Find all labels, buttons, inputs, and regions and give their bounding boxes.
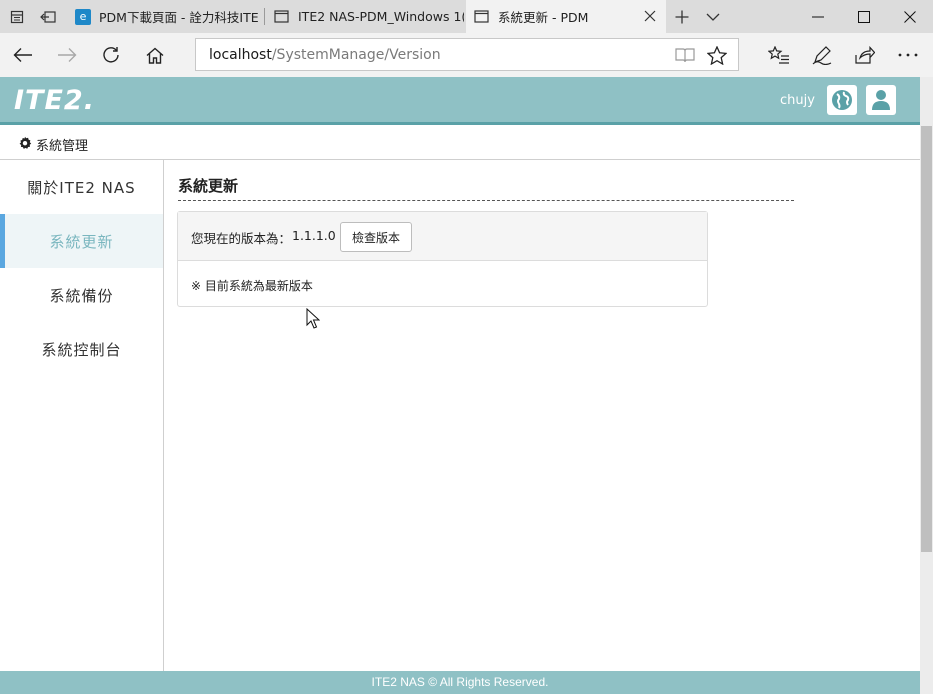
sidebar-item-label: 關於ITE2 NAS xyxy=(27,178,136,197)
maximize-icon[interactable] xyxy=(841,0,887,33)
back-arrow-icon[interactable] xyxy=(6,38,40,72)
sidebar-item-label: 系統備份 xyxy=(49,286,114,305)
update-status-message: ※ 目前系統為最新版本 xyxy=(191,279,313,293)
refresh-icon[interactable] xyxy=(94,38,128,72)
minimize-icon[interactable] xyxy=(795,0,841,33)
sidebar: 關於ITE2 NAS 系統更新 系統備份 系統控制台 xyxy=(0,160,164,671)
version-panel-header: 您現在的版本為： 1.1.1.0 檢查版本 xyxy=(178,212,707,261)
tab-manager-icon[interactable] xyxy=(2,0,32,33)
tab-pdm-download[interactable]: e PDM下載頁面 - 詮力科技ITE xyxy=(66,0,263,33)
sidebar-item-system-console[interactable]: 系統控制台 xyxy=(0,322,163,376)
favorites-list-icon[interactable] xyxy=(762,38,796,72)
version-panel: 您現在的版本為： 1.1.1.0 檢查版本 ※ 目前系統為最新版本 xyxy=(177,211,708,307)
browser-toolbar: localhost/SystemManage/Version xyxy=(0,33,933,77)
browser-tab-strip: e PDM下載頁面 - 詮力科技ITE ITE2 NAS-PDM_Windows… xyxy=(0,0,933,33)
page-footer: ITE2 NAS © All Rights Reserved. xyxy=(0,671,920,694)
more-options-icon[interactable] xyxy=(891,38,925,72)
mouse-cursor-icon xyxy=(306,308,320,329)
sidebar-item-about[interactable]: 關於ITE2 NAS xyxy=(0,160,163,214)
tab-label: ITE2 NAS-PDM_Windows 1( xyxy=(298,9,464,24)
gear-icon xyxy=(19,136,32,149)
footer-copyright: ITE2 NAS © All Rights Reserved. xyxy=(371,675,549,689)
tab-system-update[interactable]: 系統更新 - PDM xyxy=(466,0,666,33)
edge-page-icon: e xyxy=(75,8,91,25)
user-icon xyxy=(872,90,890,110)
close-tab-icon[interactable] xyxy=(644,10,656,22)
tab-separator xyxy=(264,8,265,25)
address-bar[interactable]: localhost/SystemManage/Version xyxy=(195,38,739,71)
reading-view-icon[interactable] xyxy=(675,45,695,65)
pen-notes-icon[interactable] xyxy=(805,38,839,72)
language-globe-button[interactable] xyxy=(827,85,857,115)
tab-ite2-nas[interactable]: ITE2 NAS-PDM_Windows 1( xyxy=(266,0,464,33)
app-header: ITE2. chujy xyxy=(0,77,920,125)
set-tabs-aside-icon[interactable] xyxy=(33,0,63,33)
forward-arrow-icon[interactable] xyxy=(50,38,84,72)
globe-icon xyxy=(832,90,852,110)
new-tab-icon[interactable] xyxy=(667,0,697,33)
tab-label: PDM下載頁面 - 詮力科技ITE xyxy=(99,10,259,25)
tab-preview-chevron-icon[interactable] xyxy=(698,0,728,33)
page-icon xyxy=(274,10,289,23)
current-version-label: 您現在的版本為： xyxy=(191,231,292,246)
url-host: localhost xyxy=(209,47,272,63)
share-icon[interactable] xyxy=(848,38,882,72)
page-title: 系統更新 xyxy=(178,177,239,195)
address-url: localhost/SystemManage/Version xyxy=(209,47,441,63)
sidebar-item-label: 系統控制台 xyxy=(41,340,122,359)
breadcrumb-label[interactable]: 系統管理 xyxy=(36,135,88,154)
url-path: /SystemManage/Version xyxy=(271,47,441,63)
ite2-logo[interactable]: ITE2. xyxy=(14,85,95,116)
page-icon xyxy=(474,10,489,23)
sidebar-item-system-update[interactable]: 系統更新 xyxy=(0,214,163,268)
check-version-button[interactable]: 檢查版本 xyxy=(340,222,412,252)
breadcrumb: 系統管理 xyxy=(0,125,920,160)
sidebar-item-system-backup[interactable]: 系統備份 xyxy=(0,268,163,322)
home-icon[interactable] xyxy=(138,38,172,72)
favorite-star-icon[interactable] xyxy=(707,45,727,65)
user-profile-button[interactable] xyxy=(866,85,896,115)
close-window-icon[interactable] xyxy=(887,0,933,33)
username-label: chujy xyxy=(780,93,815,108)
sidebar-item-label: 系統更新 xyxy=(49,232,114,251)
page-scrollbar-thumb[interactable] xyxy=(921,126,932,552)
tab-label: 系統更新 - PDM xyxy=(498,10,589,25)
current-version-value: 1.1.1.0 xyxy=(292,228,336,243)
title-divider xyxy=(178,200,794,201)
